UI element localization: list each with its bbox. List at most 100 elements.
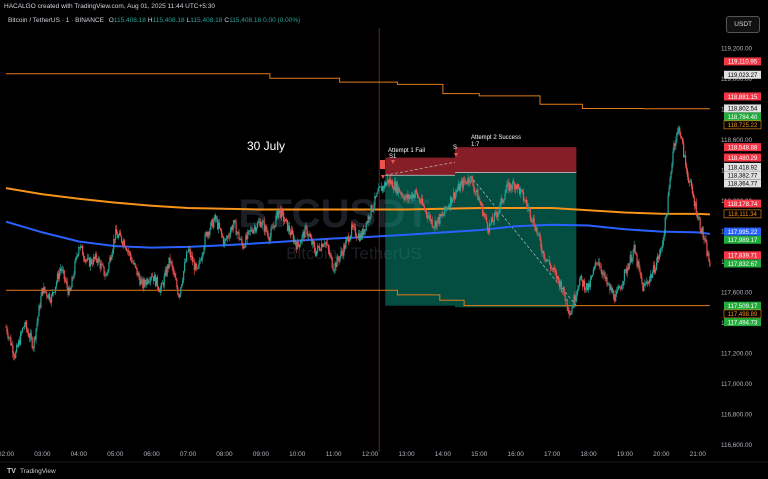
candle — [525, 200, 527, 205]
candle — [328, 249, 330, 255]
candle — [679, 127, 681, 134]
candle — [45, 291, 47, 293]
candle — [505, 189, 507, 194]
candle — [431, 219, 433, 227]
candle — [489, 223, 492, 225]
candle — [584, 288, 587, 291]
candle — [661, 244, 663, 249]
candle — [105, 275, 107, 277]
candle — [71, 277, 73, 288]
x-tick-label: 18:00 — [580, 451, 597, 458]
candle — [275, 216, 277, 227]
price-label-text: 118,548.88 — [728, 145, 758, 151]
candle — [520, 189, 523, 191]
candle — [526, 204, 528, 208]
candle — [528, 207, 530, 209]
y-tick-label: 117,000.00 — [721, 381, 753, 388]
candle — [228, 236, 230, 238]
candle — [365, 222, 367, 231]
signal-s1-label: S1 — [389, 154, 397, 160]
candle — [182, 280, 184, 285]
band-line — [6, 289, 710, 307]
band-line — [6, 73, 710, 110]
candle — [210, 222, 212, 230]
candle — [425, 210, 427, 215]
candle — [615, 294, 617, 302]
candle — [567, 307, 569, 311]
candle — [436, 220, 438, 228]
candle — [333, 270, 335, 272]
candle — [31, 337, 33, 348]
candle — [70, 287, 72, 292]
price-label-text: 118,111.34 — [728, 212, 757, 218]
candle — [376, 193, 378, 197]
candle — [124, 246, 127, 249]
candle — [21, 328, 24, 333]
candle — [459, 183, 461, 191]
candle — [418, 198, 421, 202]
candle — [144, 279, 146, 284]
candle — [15, 351, 17, 359]
candle — [618, 286, 621, 288]
price-label-text: 118,178.74 — [728, 202, 758, 208]
candle — [579, 278, 581, 286]
candle — [484, 215, 487, 217]
candle — [409, 196, 411, 199]
candle — [647, 281, 649, 283]
candle — [643, 284, 645, 292]
candle — [471, 176, 473, 180]
candle — [566, 299, 568, 308]
candle — [563, 287, 565, 296]
candle — [106, 273, 108, 276]
candle — [331, 257, 333, 268]
candle — [63, 270, 65, 280]
candle — [304, 226, 306, 238]
candle — [108, 262, 110, 271]
candle — [479, 198, 481, 202]
candle — [676, 133, 678, 141]
candle — [554, 270, 557, 273]
candle — [623, 270, 626, 282]
candle — [234, 220, 236, 223]
candle — [684, 155, 687, 166]
candle — [118, 235, 120, 238]
candle — [486, 222, 489, 230]
candle — [665, 216, 667, 218]
candle — [175, 277, 177, 281]
candle — [468, 177, 470, 183]
candle — [680, 133, 682, 137]
candle — [25, 321, 27, 330]
x-tick-label: 15:00 — [471, 451, 488, 458]
candle — [332, 267, 334, 271]
candle — [229, 231, 231, 237]
candle — [291, 229, 293, 234]
candle — [628, 262, 630, 270]
x-tick-label: 13:00 — [398, 451, 415, 458]
candle — [103, 266, 105, 276]
candle — [668, 188, 670, 196]
price-label-text: 118,364.77 — [728, 182, 758, 188]
candle — [705, 239, 707, 243]
candle — [301, 235, 303, 242]
price-label-text: 118,480.29 — [728, 156, 758, 162]
x-tick-label: 20:00 — [653, 451, 670, 458]
candle — [107, 270, 109, 274]
price-chart[interactable]: BTCUSDTBitcoin / TetherUS30 July Attempt … — [0, 0, 768, 479]
candle — [346, 238, 348, 241]
candle — [477, 189, 479, 201]
candle — [140, 279, 142, 285]
y-tick-label: 116,800.00 — [721, 411, 753, 418]
candle — [649, 278, 651, 284]
y-tick-label: 117,200.00 — [721, 350, 753, 357]
candle — [575, 297, 577, 301]
candle — [213, 220, 215, 228]
candle — [503, 199, 505, 202]
candle — [241, 238, 243, 244]
y-tick-label: 118,600.00 — [721, 137, 753, 144]
candle — [37, 316, 39, 323]
candle — [220, 229, 223, 235]
candle — [204, 234, 206, 248]
candle — [570, 312, 572, 315]
attempt-2-label: Attempt 2 Success — [471, 135, 521, 141]
candle — [354, 226, 357, 236]
